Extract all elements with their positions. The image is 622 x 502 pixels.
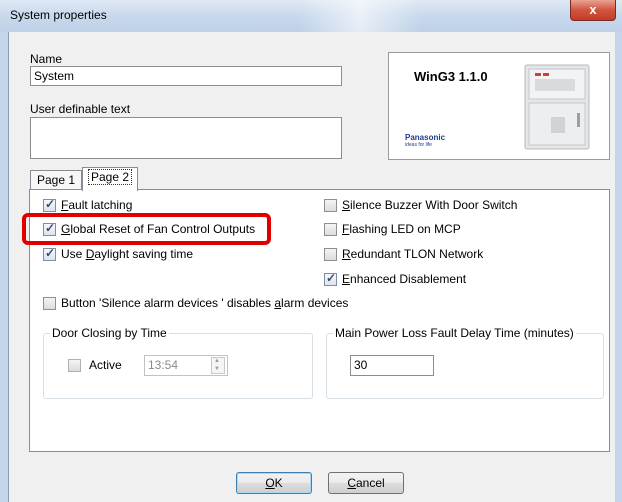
tab-page-2[interactable]: Page 2: [82, 167, 138, 191]
user-text-label: User definable text: [30, 102, 131, 116]
silence-buzzer-label: Silence Buzzer With Door Switch: [342, 198, 518, 212]
door-closing-group-title: Door Closing by Time: [50, 326, 169, 340]
brand-tagline: ideas for life: [405, 142, 432, 148]
highlight-annotation: [22, 213, 271, 245]
cancel-button[interactable]: Cancel: [328, 472, 404, 494]
daylight-saving-label: Use Daylight saving time: [61, 247, 194, 261]
time-spin-buttons[interactable]: ▲ ▼: [211, 357, 225, 374]
title-bar-glare: [300, 0, 420, 32]
redundant-tlon-label: Redundant TLON Network: [342, 247, 484, 261]
name-input[interactable]: System: [30, 66, 342, 86]
window-title: System properties: [10, 8, 107, 22]
enhanced-disablement-checkbox[interactable]: [324, 271, 337, 286]
flashing-led-checkbox[interactable]: [324, 223, 337, 236]
door-closing-active-label: Active: [89, 358, 122, 372]
window-frame-left: [0, 32, 8, 502]
flashing-led-label: Flashing LED on MCP: [342, 222, 461, 236]
spin-up-icon[interactable]: ▲: [214, 358, 220, 364]
door-closing-time-value: 13:54: [148, 358, 179, 372]
enhanced-disablement-label: Enhanced Disablement: [342, 272, 467, 286]
title-bar[interactable]: System properties x: [0, 0, 622, 32]
name-label: Name: [30, 52, 63, 66]
tab-page-1[interactable]: Page 1: [30, 170, 82, 190]
spin-down-icon[interactable]: ▼: [214, 366, 220, 372]
tab-page-2-label: Page 2: [87, 169, 133, 185]
daylight-saving-checkbox[interactable]: [43, 246, 56, 261]
control-panel-device-image: [524, 64, 590, 150]
fault-latching-label: Fault latching: [61, 198, 133, 212]
silence-alarm-devices-label: Button 'Silence alarm devices ' disables…: [61, 296, 349, 310]
close-button[interactable]: x: [570, 0, 616, 21]
power-loss-group-title: Main Power Loss Fault Delay Time (minute…: [333, 326, 576, 340]
redundant-tlon-checkbox[interactable]: [324, 248, 337, 261]
silence-alarm-devices-checkbox[interactable]: [43, 297, 56, 310]
fault-latching-checkbox[interactable]: [43, 197, 56, 212]
power-loss-delay-input[interactable]: 30: [350, 355, 434, 376]
user-text-area[interactable]: [30, 117, 342, 159]
ok-button[interactable]: OK: [236, 472, 312, 494]
window-frame-right: [614, 32, 622, 502]
product-logo-panel: WinG3 1.1.0 Panasonic ideas for life: [388, 52, 610, 160]
silence-buzzer-checkbox[interactable]: [324, 199, 337, 212]
door-closing-active-checkbox[interactable]: [68, 359, 81, 372]
brand-logo: Panasonic: [405, 133, 446, 142]
product-version: WinG3 1.1.0: [414, 69, 488, 84]
